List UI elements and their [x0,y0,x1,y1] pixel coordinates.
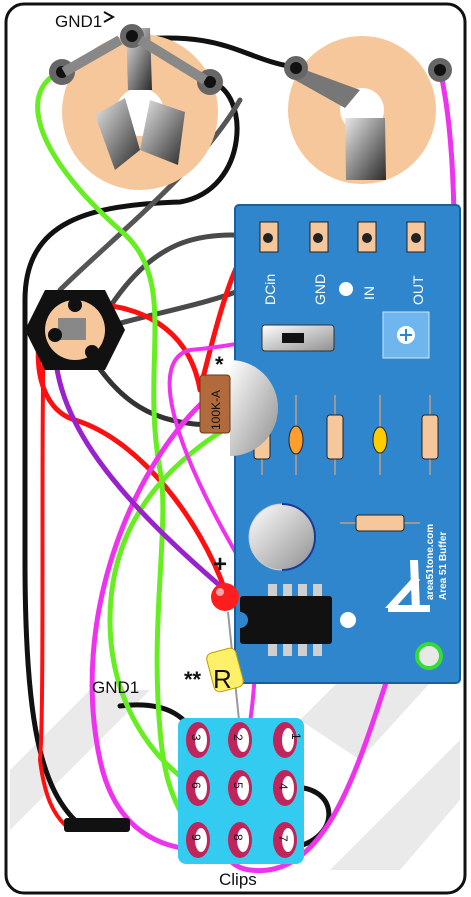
dc-jack [25,290,125,370]
clip-num-3: 3 [189,734,203,741]
pcb-board: DCin GND IN OUT area51tone.com Area 51 B… [234,204,461,684]
output-lug [345,118,386,180]
wiring-diagram: DCin GND IN OUT area51tone.com Area 51 B… [4,2,467,895]
led-plus-label: + [213,551,227,578]
pcb-mount-hole [415,642,443,670]
clip-num-8: 8 [231,834,245,841]
label-gnd1-bottom: GND1 [92,678,139,697]
footswitch-bar [64,818,130,832]
clip-num-1: 1 [289,733,303,740]
brand-line-1: area51tone.com [425,524,436,600]
pad-label-dcin: DCin [262,274,278,305]
resistor-asterisks: ** [184,667,202,692]
pot-asterisk: * [215,352,224,377]
label-gnd1-top: GND1 [55,12,102,31]
brand-line-2: Area 51 Buffer [438,532,449,600]
pad-label-gnd: GND [312,274,328,305]
clip-num-4: 4 [276,783,290,790]
pot-value-label: 100K-A [209,390,223,430]
clip-board: 1 2 3 4 5 6 7 8 9 [178,718,304,864]
pad-label-in: IN [361,286,377,300]
clip-num-6: 6 [189,782,203,789]
pad-label-out: OUT [410,275,426,305]
clip-num-5: 5 [231,782,245,789]
resistor-label: R [213,664,232,694]
clip-num-9: 9 [189,834,203,841]
label-clips: Clips [219,870,257,889]
clip-num-7: 7 [276,835,290,842]
clip-num-2: 2 [231,734,245,741]
